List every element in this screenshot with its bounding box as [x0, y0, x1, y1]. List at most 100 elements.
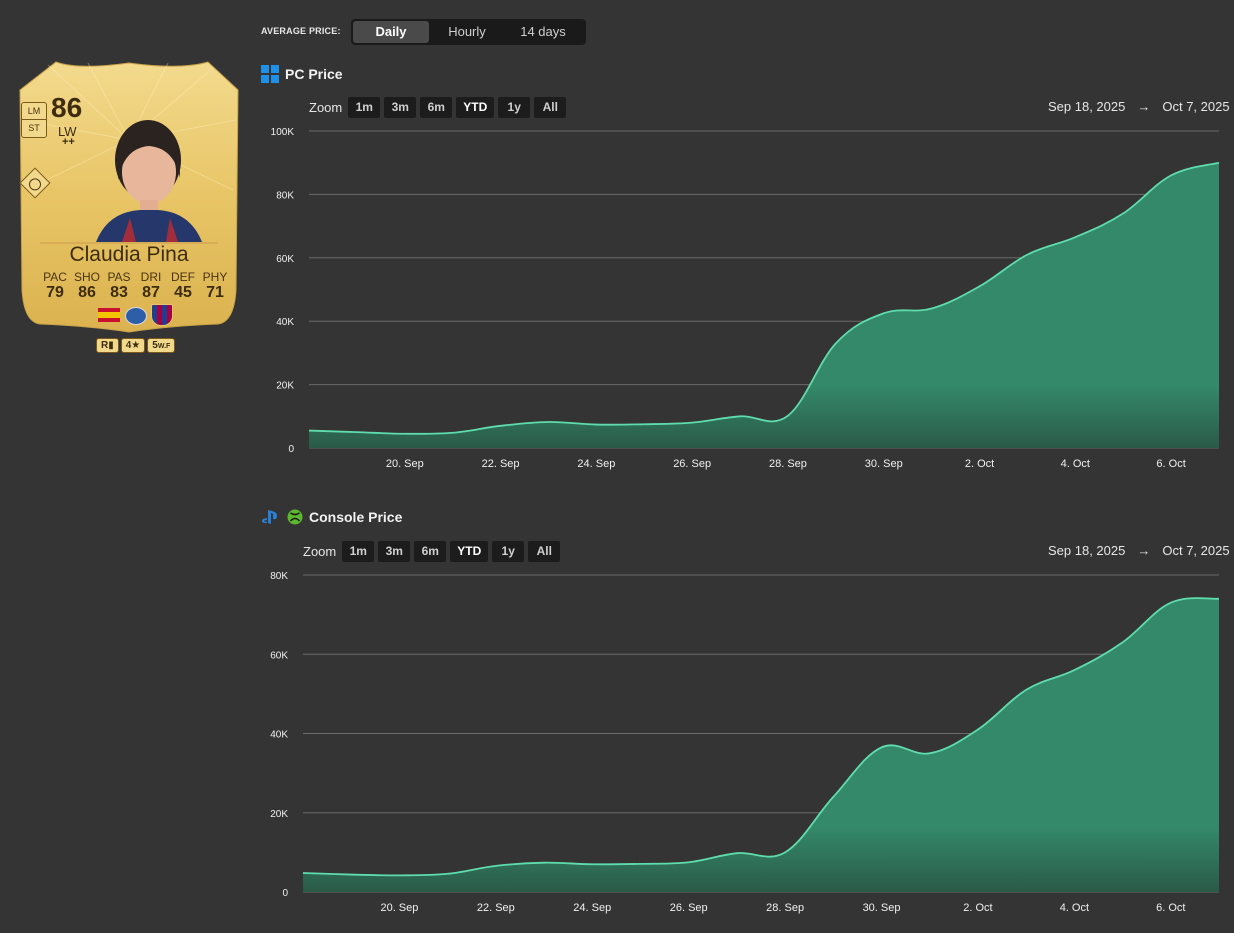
console-date-range: Sep 18, 2025 → Oct 7, 2025: [1048, 543, 1230, 558]
data-point: [832, 796, 834, 798]
data-point: [691, 421, 693, 423]
data-point: [591, 863, 593, 865]
data-point: [547, 421, 549, 423]
y-tick-label: 40K: [270, 730, 288, 741]
data-point: [736, 852, 738, 854]
data-point: [1121, 641, 1123, 643]
data-point: [883, 312, 885, 314]
stat-pas: PAS 83: [107, 270, 131, 301]
player-card: LM ST 86 LW ++ Claudia Pina PAC 79 SHO 86 …: [18, 60, 240, 360]
alt-position-st: ST: [28, 123, 40, 133]
y-tick-label: 60K: [276, 254, 294, 265]
windows-icon: [261, 65, 279, 83]
y-tick-label: 20K: [276, 381, 294, 392]
pc-zoom-controls: Zoom 1m 3m 6m YTD 1y All: [309, 97, 567, 118]
pc-range-to[interactable]: Oct 7, 2025: [1162, 99, 1229, 114]
liga-f-icon: [125, 307, 147, 325]
pc-date-range: Sep 18, 2025 → Oct 7, 2025: [1048, 99, 1230, 114]
tab-14-days[interactable]: 14 days: [505, 21, 581, 43]
data-point: [1170, 174, 1172, 176]
x-tick-label: 6. Oct: [1156, 458, 1185, 470]
skill-moves-badge: 4★: [120, 338, 146, 353]
data-point: [687, 861, 689, 863]
y-tick-label: 0: [282, 888, 288, 899]
pc-zoom-1m[interactable]: 1m: [348, 97, 381, 118]
data-point: [1074, 236, 1076, 238]
data-point: [1025, 689, 1027, 691]
y-tick-label: 60K: [270, 650, 288, 661]
data-point: [1122, 212, 1124, 214]
x-tick-label: 6. Oct: [1156, 902, 1185, 914]
position-plus: ++: [62, 136, 75, 148]
average-price-tabs: Daily Hourly 14 days: [351, 19, 586, 45]
x-tick-label: 2. Oct: [963, 902, 992, 914]
console-zoom-all[interactable]: All: [528, 541, 561, 562]
console-zoom-3m[interactable]: 3m: [378, 541, 411, 562]
pc-zoom-1y[interactable]: 1y: [498, 97, 531, 118]
weak-foot-badge: 5W.F: [147, 338, 176, 353]
x-tick-label: 24. Sep: [577, 458, 615, 470]
y-tick-label: 20K: [270, 809, 288, 820]
console-zoom-6m[interactable]: 6m: [414, 541, 447, 562]
pc-zoom-6m[interactable]: 6m: [420, 97, 453, 118]
console-price-title: Console Price: [261, 509, 402, 525]
data-point: [929, 752, 931, 754]
card-badges: R▮ 4★ 5W.F: [96, 338, 176, 353]
console-price-chart[interactable]: 0 20K 40K 60K 80K 20. Sep 22. Sep 24. Sep 26. Se…: [250, 564, 1234, 924]
spain-flag-icon: [98, 308, 120, 322]
console-range-from[interactable]: Sep 18, 2025: [1048, 543, 1125, 558]
y-tick-label: 40K: [276, 317, 294, 328]
pc-zoom-ytd[interactable]: YTD: [456, 97, 495, 118]
console-zoom-1y[interactable]: 1y: [492, 541, 525, 562]
stat-sho: SHO 86: [73, 270, 100, 301]
rating: 86: [51, 92, 83, 123]
data-point: [1073, 669, 1075, 671]
data-point: [350, 873, 352, 875]
data-point: [356, 431, 358, 433]
data-point: [930, 307, 932, 309]
y-tick-label: 80K: [276, 190, 294, 201]
data-point: [739, 415, 741, 417]
preferred-foot-badge: R▮: [96, 338, 119, 353]
x-tick-label: 26. Sep: [673, 458, 711, 470]
data-point: [398, 874, 400, 876]
alt-position-lm: LM: [22, 103, 46, 120]
console-range-to[interactable]: Oct 7, 2025: [1162, 543, 1229, 558]
pc-price-title: PC Price: [261, 65, 343, 83]
console-zoom-ytd[interactable]: YTD: [450, 541, 489, 562]
x-tick-label: 4. Oct: [1060, 902, 1089, 914]
y-tick-label: 100K: [271, 127, 295, 138]
x-tick-label: 2. Oct: [965, 458, 994, 470]
x-tick-label: 20. Sep: [380, 902, 418, 914]
x-tick-label: 22. Sep: [477, 902, 515, 914]
console-price-label: Console Price: [309, 509, 403, 525]
x-tick-label: 28. Sep: [766, 902, 804, 914]
console-zoom-1m[interactable]: 1m: [342, 541, 375, 562]
data-point: [404, 433, 406, 435]
average-price-label: AVERAGE PRICE:: [261, 26, 341, 36]
pc-zoom-3m[interactable]: 3m: [384, 97, 417, 118]
data-point: [1218, 162, 1220, 164]
data-point: [643, 423, 645, 425]
x-tick-label: 22. Sep: [482, 458, 520, 470]
data-point: [543, 861, 545, 863]
pc-price-label: PC Price: [285, 66, 343, 82]
x-tick-label: 30. Sep: [863, 902, 901, 914]
pc-range-from[interactable]: Sep 18, 2025: [1048, 99, 1125, 114]
fc-barcelona-crest-icon: [151, 304, 173, 326]
stat-def: DEF 45: [171, 270, 195, 301]
tab-hourly[interactable]: Hourly: [429, 21, 505, 43]
x-tick-label: 26. Sep: [670, 902, 708, 914]
stat-phy: PHY 71: [202, 270, 228, 301]
data-point: [784, 851, 786, 853]
x-tick-label: 30. Sep: [865, 458, 903, 470]
tab-daily[interactable]: Daily: [353, 21, 429, 43]
player-name: Claudia Pina: [69, 243, 189, 266]
data-point: [835, 342, 837, 344]
console-zoom-controls: Zoom 1m 3m 6m YTD 1y All: [303, 541, 561, 562]
pc-price-chart[interactable]: 0 20K 40K 60K 80K 100K 20. Sep 22. Sep 24. Sep 26…: [250, 120, 1234, 480]
y-tick-label: 0: [288, 444, 294, 455]
data-point: [880, 746, 882, 748]
pc-zoom-all[interactable]: All: [534, 97, 567, 118]
console-range-arrow: →: [1137, 543, 1151, 558]
